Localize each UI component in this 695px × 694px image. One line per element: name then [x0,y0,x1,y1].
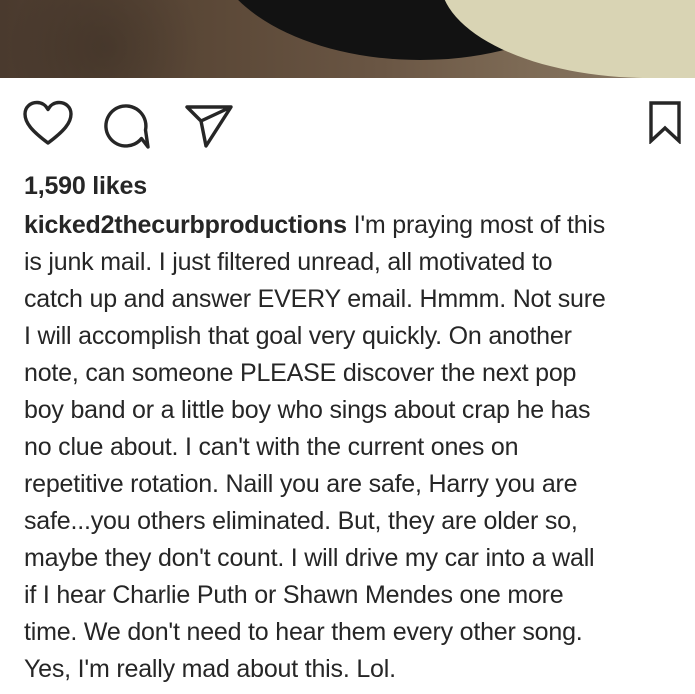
comment-icon[interactable] [103,102,151,150]
post-photo[interactable] [0,0,695,78]
action-bar [0,78,695,173]
heart-icon[interactable] [22,100,74,146]
post-caption: kicked2thecurbproductions I'm praying mo… [24,207,684,688]
bookmark-icon[interactable] [648,100,682,144]
caption-line: kicked2thecurbproductions I'm praying mo… [24,207,684,244]
caption-line: note, can someone PLEASE discover the ne… [24,359,577,387]
caption-line: repetitive rotation. Naill you are safe,… [24,470,578,498]
caption-line: safe...you others eliminated. But, they … [24,507,578,535]
caption-line: no clue about. I can't with the current … [24,433,519,461]
caption-line: catch up and answer EVERY email. Hmmm. N… [24,285,606,313]
likes-count[interactable]: 1,590 likes [24,170,147,202]
caption-line: boy band or a little boy who sings about… [24,396,591,424]
caption-line: Yes, I'm really mad about this. Lol. [24,655,396,683]
caption-line: is junk mail. I just filtered unread, al… [24,248,553,276]
caption-line: time. We don't need to hear them every o… [24,618,583,646]
caption-username[interactable]: kicked2thecurbproductions [24,211,347,239]
caption-line: if I hear Charlie Puth or Shawn Mendes o… [24,581,564,609]
caption-text: I'm praying most of this [346,211,606,239]
share-icon[interactable] [184,104,234,148]
caption-line: maybe they don't count. I will drive my … [24,544,595,572]
caption-line: I will accomplish that goal very quickly… [24,322,572,350]
photo-shadow [0,0,260,78]
